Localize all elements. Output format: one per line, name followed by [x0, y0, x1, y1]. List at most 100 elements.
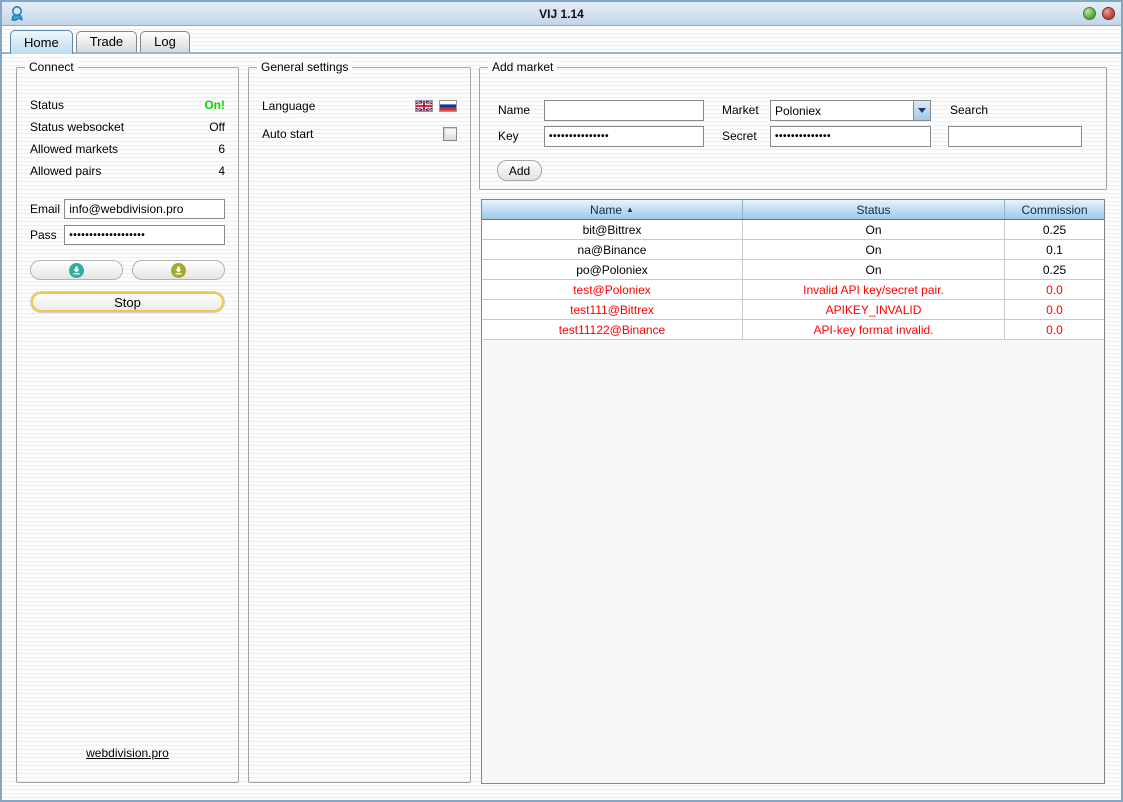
- language-flags: [415, 100, 457, 112]
- cell-status: APIKEY_INVALID: [743, 300, 1005, 319]
- connect-panel: Connect Status On! Status websocket Off …: [16, 67, 239, 783]
- cell-name: na@Binance: [482, 240, 743, 259]
- api-secret-field[interactable]: [770, 126, 931, 147]
- footer: webdivision.pro: [30, 744, 225, 774]
- column-header-status[interactable]: Status: [743, 200, 1005, 219]
- home-tab-content: Connect Status On! Status websocket Off …: [2, 54, 1121, 800]
- minimize-button[interactable]: [1083, 7, 1096, 20]
- add-market-panel: Add market Name Market Poloniex Search K…: [479, 67, 1107, 190]
- table-row[interactable]: po@Poloniex On 0.25: [482, 260, 1104, 280]
- stop-button-label: Stop: [114, 295, 141, 310]
- register-download-icon: [171, 263, 186, 278]
- add-market-legend: Add market: [488, 60, 557, 75]
- market-dropdown-button[interactable]: [913, 101, 930, 120]
- column-header-commission[interactable]: Commission: [1005, 200, 1104, 219]
- table-row[interactable]: bit@Bittrex On 0.25: [482, 220, 1104, 240]
- chevron-down-icon: [918, 108, 926, 113]
- status-label: Status: [30, 98, 64, 113]
- add-market-button[interactable]: Add: [497, 160, 542, 181]
- markets-table-header: Name ▲ Status Commission: [482, 200, 1104, 220]
- app-icon: [8, 5, 26, 23]
- webdivision-link[interactable]: webdivision.pro: [86, 746, 169, 760]
- markets-table: Name ▲ Status Commission bit@Bittrex On …: [481, 199, 1105, 784]
- cell-name: test@Poloniex: [482, 280, 743, 299]
- allowed-markets-value: 6: [218, 142, 225, 157]
- cell-name: bit@Bittrex: [482, 220, 743, 239]
- email-field[interactable]: [64, 199, 225, 219]
- market-label: Market: [722, 104, 759, 117]
- table-row[interactable]: test111@Bittrex APIKEY_INVALID 0.0: [482, 300, 1104, 320]
- commission-column-label: Commission: [1021, 203, 1087, 217]
- register-button[interactable]: [132, 260, 225, 280]
- connect-buttons: [30, 260, 225, 280]
- email-label: Email: [30, 202, 64, 216]
- password-field[interactable]: [64, 225, 225, 245]
- market-name-field[interactable]: [544, 100, 704, 121]
- add-button-label: Add: [509, 164, 530, 178]
- email-row: Email: [30, 199, 225, 219]
- table-row[interactable]: test11122@Binance API-key format invalid…: [482, 320, 1104, 340]
- cell-name: test11122@Binance: [482, 320, 743, 339]
- auto-start-label: Auto start: [262, 127, 313, 141]
- cell-commission: 0.0: [1005, 320, 1104, 339]
- market-select[interactable]: Poloniex: [770, 100, 931, 121]
- cell-status: On: [743, 240, 1005, 259]
- general-settings-panel: General settings Language: [248, 67, 471, 783]
- titlebar: VIJ 1.14: [2, 2, 1121, 26]
- status-value: On!: [204, 98, 225, 113]
- close-button[interactable]: [1102, 7, 1115, 20]
- api-key-label: Key: [498, 130, 519, 143]
- cell-status: Invalid API key/secret pair.: [743, 280, 1005, 299]
- language-label: Language: [262, 99, 315, 113]
- allowed-pairs-row: Allowed pairs 4: [30, 164, 225, 179]
- window-title: VIJ 1.14: [2, 7, 1121, 21]
- search-field[interactable]: [948, 126, 1082, 147]
- cell-status: On: [743, 260, 1005, 279]
- status-row: Status On!: [30, 98, 225, 113]
- table-row[interactable]: na@Binance On 0.1: [482, 240, 1104, 260]
- api-secret-label: Secret: [722, 130, 757, 143]
- auto-start-checkbox[interactable]: [443, 127, 457, 141]
- tab-home[interactable]: Home: [10, 30, 73, 54]
- language-row: Language: [262, 98, 457, 114]
- market-name-label: Name: [498, 104, 530, 117]
- allowed-markets-label: Allowed markets: [30, 142, 118, 157]
- login-download-icon: [69, 263, 84, 278]
- market-selected-value: Poloniex: [771, 101, 913, 120]
- allowed-pairs-label: Allowed pairs: [30, 164, 101, 179]
- tab-log[interactable]: Log: [140, 31, 190, 52]
- cell-name: test111@Bittrex: [482, 300, 743, 319]
- cell-commission: 0.1: [1005, 240, 1104, 259]
- allowed-markets-row: Allowed markets 6: [30, 142, 225, 157]
- cell-commission: 0.0: [1005, 280, 1104, 299]
- pass-label: Pass: [30, 228, 64, 242]
- status-websocket-row: Status websocket Off: [30, 120, 225, 135]
- russian-flag-icon[interactable]: [439, 100, 457, 112]
- window-controls: [1083, 7, 1115, 20]
- search-label: Search: [950, 104, 988, 117]
- name-column-label: Name: [590, 203, 622, 217]
- app-window: VIJ 1.14 Home Trade Log Connect Status O…: [0, 0, 1123, 802]
- column-header-name[interactable]: Name ▲: [482, 200, 743, 219]
- cell-commission: 0.25: [1005, 260, 1104, 279]
- api-key-field[interactable]: [544, 126, 704, 147]
- cell-commission: 0.25: [1005, 220, 1104, 239]
- general-settings-legend: General settings: [257, 60, 352, 75]
- pass-row: Pass: [30, 225, 225, 245]
- status-websocket-label: Status websocket: [30, 120, 124, 135]
- table-row[interactable]: test@Poloniex Invalid API key/secret pai…: [482, 280, 1104, 300]
- connect-legend: Connect: [25, 60, 78, 75]
- auto-start-row: Auto start: [262, 126, 457, 142]
- cell-status: API-key format invalid.: [743, 320, 1005, 339]
- cell-commission: 0.0: [1005, 300, 1104, 319]
- english-flag-icon[interactable]: [415, 100, 433, 112]
- cell-status: On: [743, 220, 1005, 239]
- cell-name: po@Poloniex: [482, 260, 743, 279]
- stop-button[interactable]: Stop: [30, 291, 225, 313]
- allowed-pairs-value: 4: [218, 164, 225, 179]
- login-button[interactable]: [30, 260, 123, 280]
- status-websocket-value: Off: [209, 120, 225, 135]
- sort-ascending-icon: ▲: [626, 205, 634, 214]
- tab-bar: Home Trade Log: [2, 26, 1121, 54]
- tab-trade[interactable]: Trade: [76, 31, 137, 52]
